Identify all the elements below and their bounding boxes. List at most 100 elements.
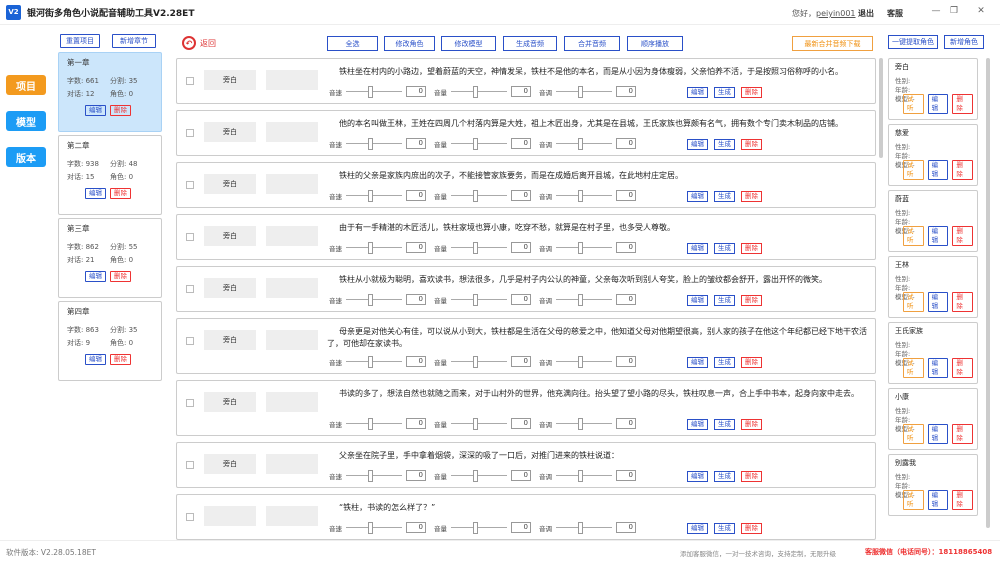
line-edit-button[interactable]: 编辑 [687,523,708,534]
line-voice-model[interactable] [266,392,318,412]
volume-slider[interactable] [451,356,507,368]
speed-slider[interactable] [346,190,402,202]
line-voice-model[interactable] [266,454,318,474]
speed-input[interactable]: 0 [406,522,426,533]
chapter-edit-button[interactable]: 编辑 [85,105,106,116]
pitch-input[interactable]: 0 [616,356,636,367]
line-delete-button[interactable]: 删除 [741,295,762,306]
nav-version[interactable]: 版本 [6,147,46,167]
line-role[interactable]: 旁白 [204,174,256,194]
role-delete-button[interactable]: 删除 [952,292,974,312]
speed-input[interactable]: 0 [406,294,426,305]
line-generate-button[interactable]: 生成 [714,471,735,482]
line-delete-button[interactable]: 删除 [741,139,762,150]
speed-slider[interactable] [346,294,402,306]
line-voice-model[interactable] [266,278,318,298]
line-voice-model[interactable] [266,226,318,246]
line-delete-button[interactable]: 删除 [741,523,762,534]
role-card[interactable]: 王氏家族 性别: 年龄: 模型: - 试听 编辑 删除 [888,322,978,384]
speed-input[interactable]: 0 [406,470,426,481]
speed-slider[interactable] [346,138,402,150]
role-card[interactable]: 小康 性别: 年龄: 模型: - 试听 编辑 删除 [888,388,978,450]
line-edit-button[interactable]: 编辑 [687,419,708,430]
pitch-input[interactable]: 0 [616,470,636,481]
back-button[interactable]: ↶ 返回 [182,36,216,50]
pitch-slider[interactable] [556,418,612,430]
line-voice-model[interactable] [266,174,318,194]
role-delete-button[interactable]: 删除 [952,94,974,114]
role-trial-button[interactable]: 试听 [903,94,924,114]
role-delete-button[interactable]: 删除 [952,424,974,444]
pitch-input[interactable]: 0 [616,294,636,305]
select-all-button[interactable]: 全选 [327,36,378,51]
pitch-input[interactable]: 0 [616,418,636,429]
volume-input[interactable]: 0 [511,470,531,481]
role-delete-button[interactable]: 删除 [952,358,974,378]
add-role-button[interactable]: 新增角色 [944,35,984,49]
line-edit-button[interactable]: 编辑 [687,243,708,254]
role-edit-button[interactable]: 编辑 [927,358,949,378]
line-generate-button[interactable]: 生成 [714,139,735,150]
line-role[interactable]: 旁白 [204,70,256,90]
pitch-slider[interactable] [556,470,612,482]
chapter-card[interactable]: 第一章 字数: 661 分割: 35 对话: 12 角色: 0 编辑 删除 [58,52,162,132]
line-generate-button[interactable]: 生成 [714,523,735,534]
extract-roles-button[interactable]: 一键提取角色 [888,35,938,49]
line-voice-model[interactable] [266,506,318,526]
role-delete-button[interactable]: 删除 [952,490,974,510]
pitch-slider[interactable] [556,86,612,98]
line-edit-button[interactable]: 编辑 [687,139,708,150]
pitch-input[interactable]: 0 [616,190,636,201]
role-trial-button[interactable]: 试听 [903,160,924,180]
volume-input[interactable]: 0 [511,522,531,533]
reset-project-button[interactable]: 重置项目 [60,34,100,48]
line-checkbox[interactable] [186,285,194,293]
line-edit-button[interactable]: 编辑 [687,471,708,482]
service-button[interactable]: 客服 [887,8,903,19]
line-role[interactable]: 旁白 [204,278,256,298]
pitch-input[interactable]: 0 [616,138,636,149]
close-icon[interactable]: ✕ [976,6,986,16]
speed-input[interactable]: 0 [406,356,426,367]
speed-input[interactable]: 0 [406,138,426,149]
line-checkbox[interactable] [186,181,194,189]
chapter-card[interactable]: 第四章 字数: 863 分割: 35 对话: 9 角色: 0 编辑 删除 [58,301,162,381]
role-trial-button[interactable]: 试听 [903,424,924,444]
speed-input[interactable]: 0 [406,418,426,429]
volume-slider[interactable] [451,470,507,482]
username-link[interactable]: peiyin001 [816,9,856,18]
role-delete-button[interactable]: 删除 [952,160,974,180]
logout-button[interactable]: 退出 [858,8,874,19]
merge-audio-button[interactable]: 合并音频 [564,36,620,51]
line-role[interactable]: 旁白 [204,392,256,412]
role-edit-button[interactable]: 编辑 [927,292,949,312]
minimize-icon[interactable]: — [931,6,941,16]
speed-slider[interactable] [346,522,402,534]
chapter-edit-button[interactable]: 编辑 [85,188,106,199]
download-merged-button[interactable]: 最新合并音频下载 [792,36,873,51]
speed-slider[interactable] [346,86,402,98]
line-voice-model[interactable] [266,70,318,90]
line-role[interactable] [204,506,256,526]
chapter-card[interactable]: 第二章 字数: 938 分割: 48 对话: 15 角色: 0 编辑 删除 [58,135,162,215]
line-edit-button[interactable]: 编辑 [687,191,708,202]
chapter-delete-button[interactable]: 删除 [110,354,131,365]
line-generate-button[interactable]: 生成 [714,357,735,368]
line-delete-button[interactable]: 删除 [741,87,762,98]
speed-input[interactable]: 0 [406,190,426,201]
generate-audio-button[interactable]: 生成音频 [503,36,557,51]
line-voice-model[interactable] [266,122,318,142]
volume-slider[interactable] [451,190,507,202]
line-delete-button[interactable]: 删除 [741,357,762,368]
line-generate-button[interactable]: 生成 [714,191,735,202]
chapter-delete-button[interactable]: 删除 [110,271,131,282]
pitch-slider[interactable] [556,242,612,254]
nav-model[interactable]: 模型 [6,111,46,131]
role-scrollbar[interactable] [986,58,990,528]
role-card[interactable]: 别露我 性别: 年龄: 模型: - 试听 编辑 删除 [888,454,978,516]
volume-input[interactable]: 0 [511,418,531,429]
pitch-input[interactable]: 0 [616,522,636,533]
nav-project[interactable]: 项目 [6,75,46,95]
volume-input[interactable]: 0 [511,294,531,305]
volume-slider[interactable] [451,522,507,534]
